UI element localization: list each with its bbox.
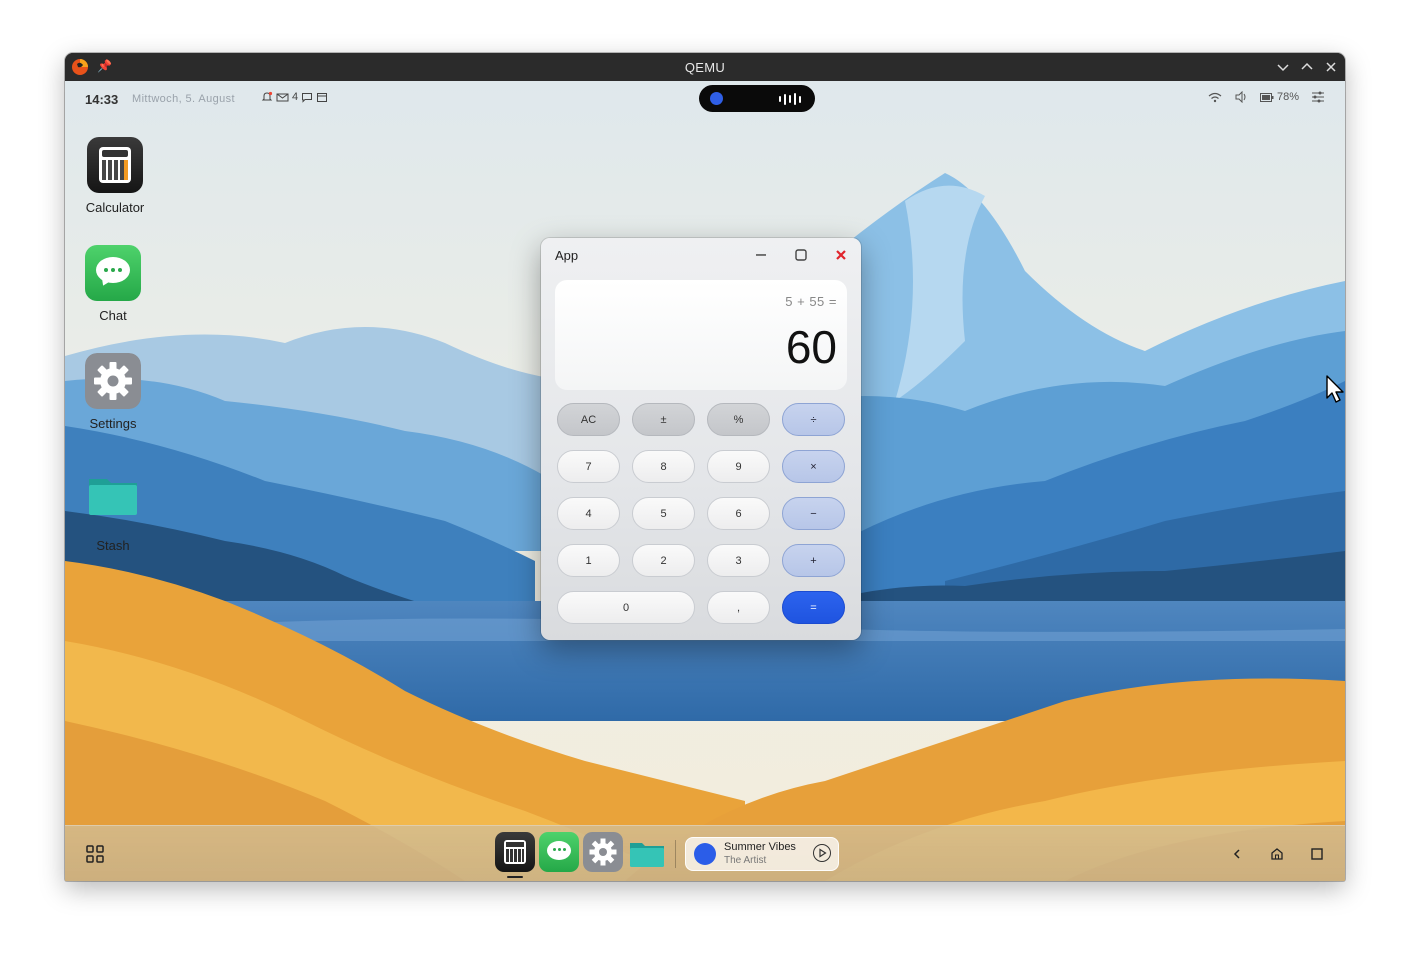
- mail-count: 4: [292, 91, 299, 103]
- mouse-cursor-icon: [1326, 375, 1344, 403]
- desktop-icon-label: Chat: [99, 308, 127, 323]
- volume-icon[interactable]: [1234, 91, 1248, 103]
- taskbar-folder[interactable]: [627, 832, 667, 872]
- maximize-icon: [795, 249, 807, 261]
- result-readout: 60: [785, 321, 837, 373]
- desktop-icon-calculator[interactable]: Calculator: [65, 137, 165, 215]
- mail-icon[interactable]: [276, 92, 289, 103]
- guest-screen: 14:33 Mittwoch, 5. August 4 78% Calculat…: [65, 81, 1345, 881]
- desktop-icon-chat[interactable]: Chat: [65, 245, 163, 323]
- desktop-icon-label: Calculator: [85, 200, 145, 215]
- close-icon: [836, 250, 846, 260]
- taskbar-settings[interactable]: [583, 832, 623, 872]
- key-2[interactable]: 2: [632, 544, 695, 577]
- message-icon[interactable]: [301, 92, 313, 103]
- key-plusminus[interactable]: ±: [632, 403, 695, 436]
- date-label: Mittwoch, 5. August: [132, 93, 235, 105]
- taskbar-chat[interactable]: [539, 832, 579, 872]
- clock: 14:33: [85, 92, 119, 107]
- close-button[interactable]: [832, 246, 850, 264]
- key-3[interactable]: 3: [707, 544, 770, 577]
- key-equals[interactable]: =: [782, 591, 845, 624]
- wifi-icon[interactable]: [1208, 92, 1222, 103]
- media-widget[interactable]: Summer Vibes The Artist: [685, 837, 839, 871]
- qemu-window-title: QEMU: [684, 60, 726, 75]
- key-divide[interactable]: ÷: [782, 403, 845, 436]
- status-bar: 14:33 Mittwoch, 5. August 4 78%: [65, 81, 1345, 117]
- desktop-icon-settings[interactable]: Settings: [65, 353, 163, 431]
- desktop-icon-stash[interactable]: Stash: [65, 465, 163, 553]
- calculator-display: 5 + 55 = 60: [555, 280, 847, 390]
- key-minus[interactable]: −: [782, 497, 845, 530]
- key-multiply[interactable]: ×: [782, 450, 845, 483]
- key-4[interactable]: 4: [557, 497, 620, 530]
- folder-icon: [89, 479, 137, 515]
- key-comma[interactable]: ,: [707, 591, 770, 624]
- desktop-icon-label: Settings: [89, 416, 137, 431]
- key-7[interactable]: 7: [557, 450, 620, 483]
- key-5[interactable]: 5: [632, 497, 695, 530]
- app-grid-icon[interactable]: [86, 845, 104, 863]
- minimize-icon[interactable]: [1275, 59, 1291, 75]
- close-icon[interactable]: [1323, 59, 1339, 75]
- key-1[interactable]: 1: [557, 544, 620, 577]
- key-0[interactable]: 0: [557, 591, 695, 624]
- calculator-icon: [87, 137, 143, 193]
- window-title: App: [555, 248, 579, 263]
- minimize-button[interactable]: [752, 246, 770, 264]
- minimize-icon: [756, 254, 766, 256]
- key-ac[interactable]: AC: [557, 403, 620, 436]
- audio-wave-icon: [779, 93, 801, 105]
- maximize-icon[interactable]: [1299, 59, 1315, 75]
- qemu-window: 📌 QEMU 14:33 Mittwoch, 5. August 4 78% C…: [65, 53, 1345, 881]
- key-9[interactable]: 9: [707, 450, 770, 483]
- key-plus[interactable]: +: [782, 544, 845, 577]
- key-percent[interactable]: %: [707, 403, 770, 436]
- recording-dot-icon: [710, 92, 723, 105]
- media-artist: The Artist: [724, 855, 767, 866]
- gear-icon: [85, 353, 141, 409]
- expression-readout: 5 + 55 =: [785, 294, 837, 309]
- qemu-titlebar: 📌 QEMU: [65, 53, 1345, 81]
- system-tray: 78%: [1208, 91, 1325, 103]
- chevron-left-icon: [1233, 849, 1240, 859]
- key-6[interactable]: 6: [707, 497, 770, 530]
- taskbar-divider: [675, 840, 676, 868]
- calculator-icon: [504, 840, 526, 864]
- bell-alert-icon[interactable]: [261, 91, 273, 103]
- battery-percent: 78%: [1276, 91, 1299, 103]
- back-button[interactable]: [1227, 844, 1247, 864]
- media-title: Summer Vibes: [724, 841, 796, 853]
- home-button[interactable]: [1267, 844, 1287, 864]
- calculator-window: App 5 + 55 = 60 AC ± % ÷ 7 8 9 × 4 5 6 −…: [541, 238, 861, 640]
- home-icon: [1271, 848, 1283, 860]
- square-icon: [1311, 848, 1323, 860]
- quick-settings-icon[interactable]: [1311, 91, 1325, 103]
- running-indicator: [507, 876, 523, 878]
- battery-icon[interactable]: [1259, 92, 1274, 102]
- chat-icon: [85, 245, 141, 301]
- taskbar-calculator[interactable]: [495, 832, 535, 878]
- recents-button[interactable]: [1307, 844, 1327, 864]
- calendar-icon[interactable]: [316, 92, 328, 103]
- taskbar: Summer Vibes The Artist: [65, 825, 1345, 881]
- play-button[interactable]: [813, 844, 831, 862]
- desktop-icon-label: Stash: [96, 538, 130, 553]
- notification-icons: 4: [261, 91, 328, 103]
- maximize-button[interactable]: [792, 246, 810, 264]
- album-art: [694, 843, 716, 865]
- key-8[interactable]: 8: [632, 450, 695, 483]
- play-icon: [819, 848, 827, 858]
- dynamic-island[interactable]: [699, 85, 815, 112]
